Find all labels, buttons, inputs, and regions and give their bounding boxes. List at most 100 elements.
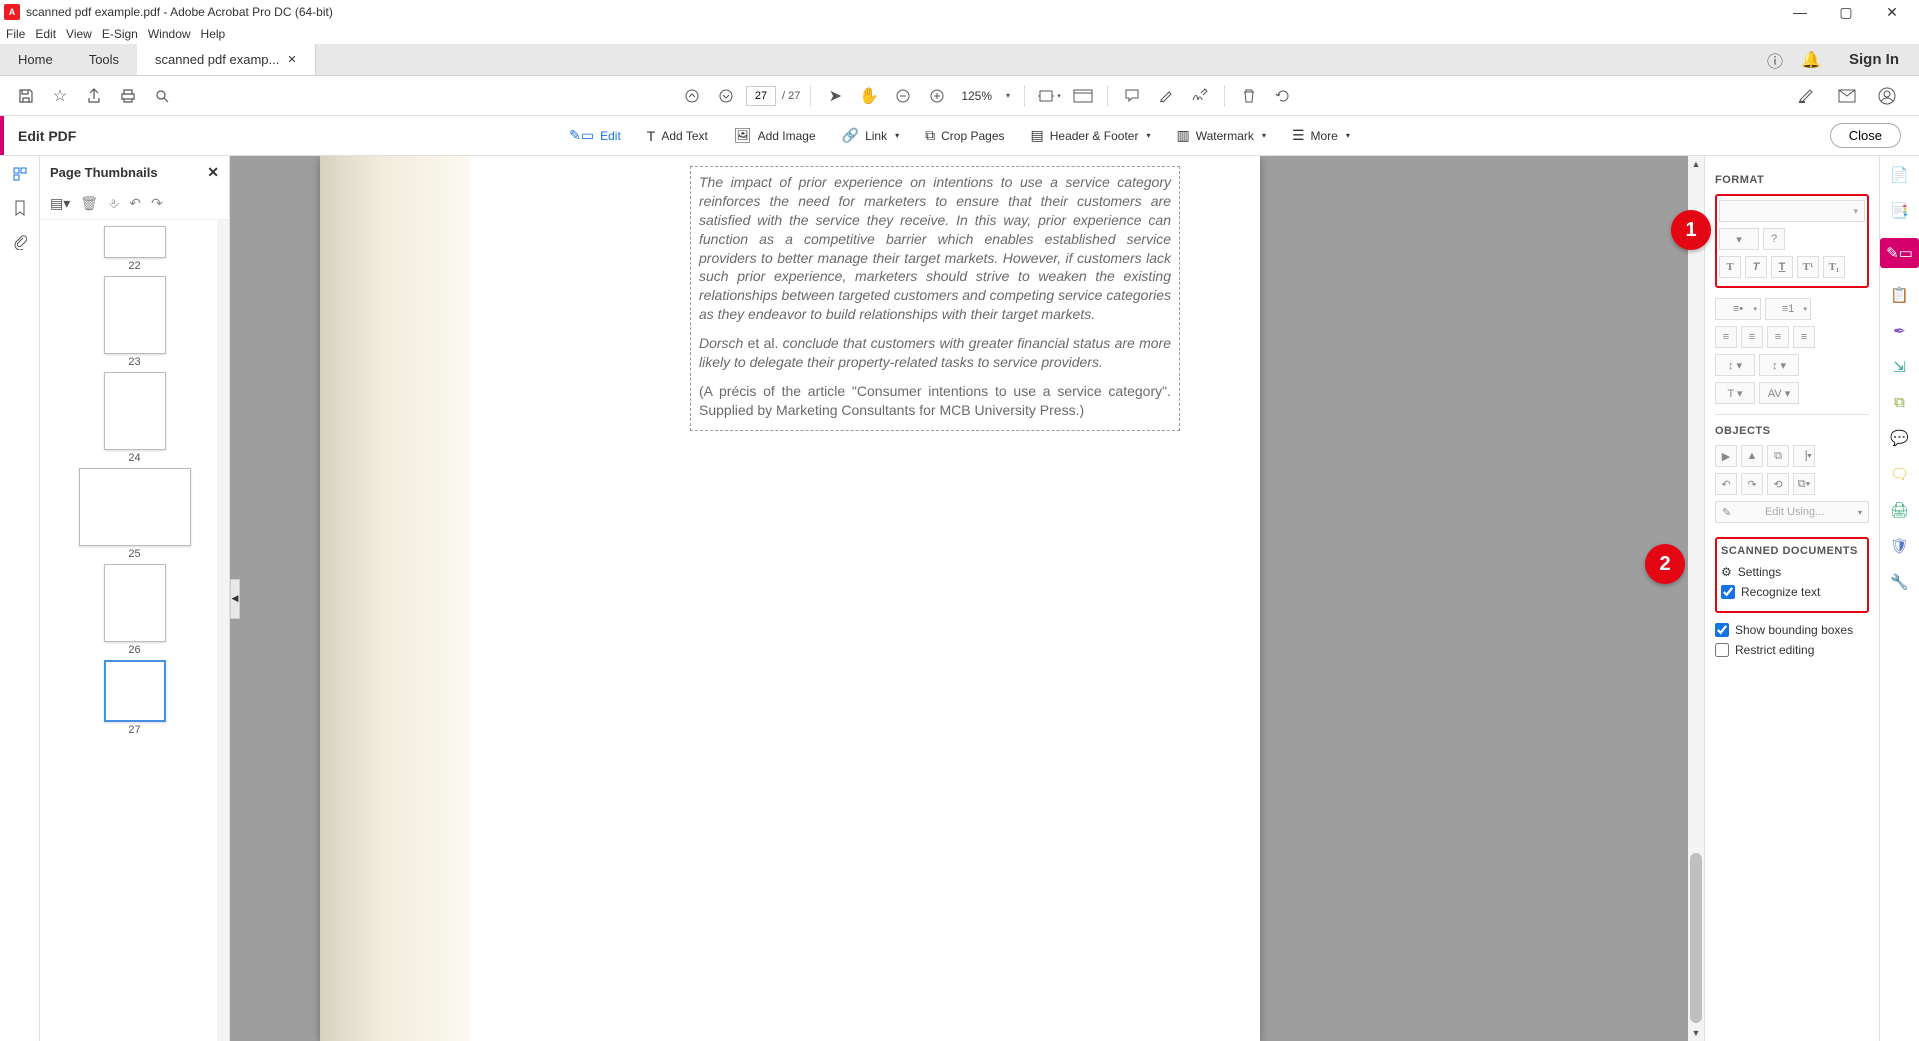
thumb-options-icon[interactable]: ▤▾ <box>50 195 70 212</box>
scroll-up-icon[interactable]: ▲ <box>1688 156 1704 172</box>
request-signatures-rail-icon[interactable]: 📋 <box>1890 286 1909 304</box>
sign-in-button[interactable]: Sign In <box>1829 44 1919 75</box>
combine-rail-icon[interactable]: 📑 <box>1890 202 1909 220</box>
rotate-cw-button[interactable]: ↷ <box>1741 473 1763 495</box>
recognize-text-checkbox[interactable]: Recognize text <box>1721 585 1863 599</box>
restrict-input[interactable] <box>1715 643 1729 657</box>
thumb-rotate-cw-icon[interactable]: ↷ <box>151 195 163 212</box>
star-icon[interactable]: ☆ <box>46 82 74 110</box>
show-bbox-input[interactable] <box>1715 623 1729 637</box>
close-window-button[interactable]: ✕ <box>1869 0 1915 24</box>
menu-view[interactable]: View <box>66 27 92 41</box>
show-bounding-boxes-checkbox[interactable]: Show bounding boxes <box>1715 623 1869 637</box>
more-tools-rail-icon[interactable]: 🔧 <box>1890 573 1909 591</box>
tab-document[interactable]: scanned pdf examp... ✕ <box>137 44 316 75</box>
menu-esign[interactable]: E-Sign <box>102 27 138 41</box>
thumb-page-24[interactable]: 24 <box>104 372 166 464</box>
more-tool[interactable]: ☰More▾ <box>1282 123 1360 148</box>
share-icon[interactable] <box>80 82 108 110</box>
recognize-text-input[interactable] <box>1721 585 1735 599</box>
thumb-page-25[interactable]: 25 <box>79 468 191 560</box>
font-help-icon[interactable]: ? <box>1763 228 1785 250</box>
scrollbar-thumb[interactable] <box>1690 853 1702 1023</box>
thumb-page-27[interactable]: 27 <box>104 660 166 736</box>
attachments-rail-icon[interactable] <box>13 234 27 250</box>
select-tool-icon[interactable]: ➤ <box>821 82 849 110</box>
thumbs-scrollbar-thumb[interactable] <box>218 690 228 724</box>
account-icon[interactable] <box>1873 82 1901 110</box>
page-number-input[interactable] <box>746 86 776 106</box>
thumbnails-list[interactable]: 22 23 24 25 26 27 <box>40 220 229 1041</box>
thumb-page-26[interactable]: 26 <box>104 564 166 656</box>
text-style-subscript[interactable]: T₁ <box>1823 256 1845 278</box>
thumb-insert-icon[interactable]: ⎀ <box>108 195 119 212</box>
text-style-underline[interactable]: T <box>1771 256 1793 278</box>
zoom-dropdown-icon[interactable]: ▾ <box>1002 82 1014 110</box>
minimize-button[interactable]: — <box>1777 0 1823 24</box>
redact-icon[interactable] <box>1793 82 1821 110</box>
zoom-level[interactable]: 125% <box>957 89 996 103</box>
page-display-icon[interactable] <box>1069 82 1097 110</box>
print-icon[interactable] <box>114 82 142 110</box>
thumbnails-close-icon[interactable]: ✕ <box>207 164 219 181</box>
vertical-scrollbar[interactable]: ▲ ▼ <box>1688 156 1704 1041</box>
thumbnails-rail-icon[interactable] <box>12 166 28 182</box>
flip-horizontal-button[interactable]: ▶ <box>1715 445 1737 467</box>
comment-rail-icon[interactable]: 🗨 <box>1890 465 1909 483</box>
send-comments-rail-icon[interactable]: 💬 <box>1890 429 1909 447</box>
font-family-dropdown[interactable]: ▾ <box>1719 200 1865 222</box>
page-down-icon[interactable] <box>712 82 740 110</box>
maximize-button[interactable]: ▢ <box>1823 0 1869 24</box>
hand-tool-icon[interactable]: ✋ <box>855 82 883 110</box>
editable-text-region[interactable]: The impact of prior experience on intent… <box>690 166 1180 431</box>
edit-tool[interactable]: ✎▭Edit <box>559 123 631 148</box>
tab-home[interactable]: Home <box>0 44 71 75</box>
help-icon[interactable]: ⓘ <box>1757 44 1793 75</box>
organize-rail-icon[interactable]: ⧉ <box>1894 394 1905 411</box>
close-editpdf-button[interactable]: Close <box>1830 123 1901 148</box>
notifications-icon[interactable]: 🔔 <box>1793 44 1829 75</box>
protect-rail-icon[interactable]: 🛡 <box>1890 537 1909 555</box>
restrict-editing-checkbox[interactable]: Restrict editing <box>1715 643 1869 657</box>
text-style-superscript[interactable]: T¹ <box>1797 256 1819 278</box>
char-spacing-dropdown[interactable]: AV ▾ <box>1759 382 1799 404</box>
watermark-tool[interactable]: ▥Watermark▾ <box>1166 123 1275 148</box>
add-text-tool[interactable]: TAdd Text <box>637 124 718 148</box>
thumb-rotate-ccw-icon[interactable]: ↶ <box>129 195 141 212</box>
align-right-button[interactable]: ≡ <box>1767 326 1789 348</box>
scanned-settings-link[interactable]: ⚙ Settings <box>1721 565 1863 579</box>
menu-help[interactable]: Help <box>201 27 226 41</box>
header-footer-tool[interactable]: ▤Header & Footer▾ <box>1021 123 1161 148</box>
sign-icon[interactable] <box>1186 82 1214 110</box>
tab-close-icon[interactable]: ✕ <box>287 53 296 66</box>
tab-tools[interactable]: Tools <box>71 44 137 75</box>
font-size-dropdown[interactable]: ▾ <box>1719 228 1759 250</box>
fill-sign-rail-icon[interactable]: ✒ <box>1893 322 1906 340</box>
scan-ocr-rail-icon[interactable]: 🖨 <box>1890 501 1909 519</box>
crop-object-button[interactable]: ⧉ <box>1767 445 1789 467</box>
menu-edit[interactable]: Edit <box>35 27 56 41</box>
edit-pdf-rail-icon[interactable]: ✎▭ <box>1880 238 1919 268</box>
paragraph-spacing-dropdown[interactable]: ↕ ▾ <box>1759 354 1799 376</box>
align-objects-button[interactable]: ⎹▾ <box>1793 445 1815 467</box>
find-icon[interactable] <box>148 82 176 110</box>
arrange-button[interactable]: ⧉▾ <box>1793 473 1815 495</box>
text-style-t2[interactable]: T <box>1745 256 1767 278</box>
menu-window[interactable]: Window <box>148 27 191 41</box>
replace-image-button[interactable]: ⟲ <box>1767 473 1789 495</box>
export-pdf-rail-icon[interactable]: ⇲ <box>1893 358 1906 376</box>
zoom-out-icon[interactable] <box>889 82 917 110</box>
numbered-list-button[interactable]: ≡1 <box>1765 298 1811 320</box>
delete-icon[interactable] <box>1235 82 1263 110</box>
rotate-ccw-button[interactable]: ↶ <box>1715 473 1737 495</box>
edit-using-dropdown[interactable]: ✎Edit Using...▾ <box>1715 501 1869 523</box>
collapse-left-icon[interactable]: ◀ <box>230 579 240 619</box>
bullet-list-button[interactable]: ≡• <box>1715 298 1761 320</box>
save-icon[interactable] <box>12 82 40 110</box>
add-image-tool[interactable]: 🖼Add Image <box>724 123 826 148</box>
create-pdf-rail-icon[interactable]: 📄 <box>1890 166 1909 184</box>
email-icon[interactable] <box>1833 82 1861 110</box>
scroll-down-icon[interactable]: ▼ <box>1688 1025 1704 1041</box>
rotate-icon[interactable] <box>1269 82 1297 110</box>
flip-vertical-button[interactable]: ▲ <box>1741 445 1763 467</box>
